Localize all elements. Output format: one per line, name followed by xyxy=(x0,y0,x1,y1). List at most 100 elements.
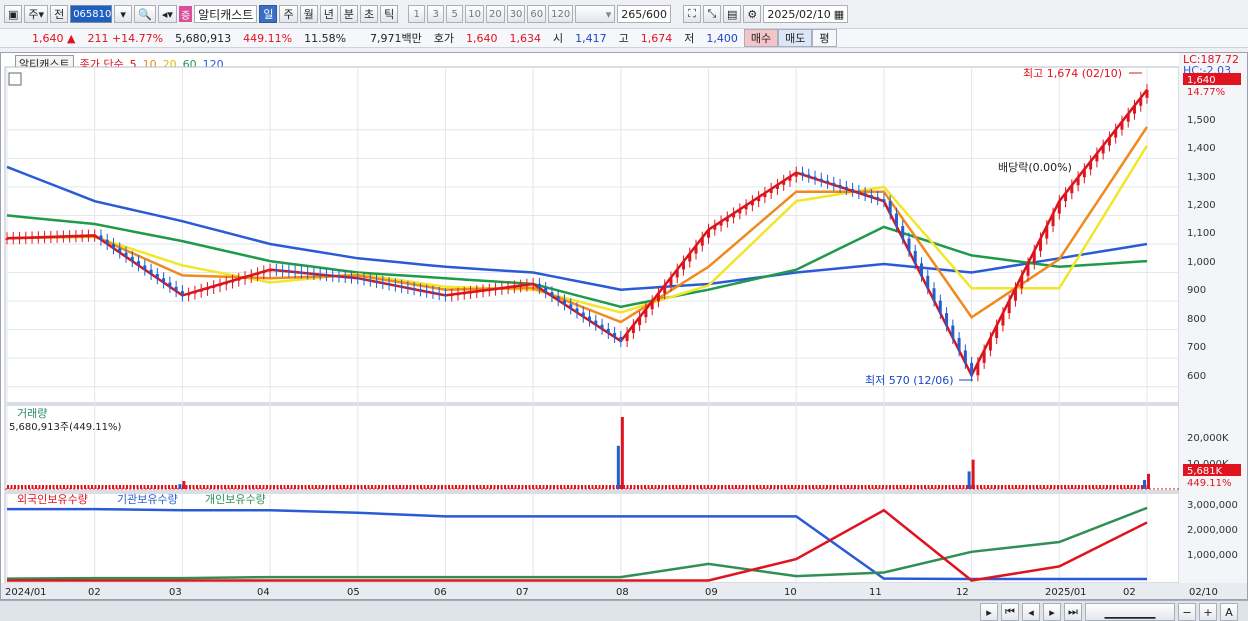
period-year[interactable]: 년 xyxy=(319,5,338,23)
interval-120[interactable]: 120 xyxy=(548,5,574,23)
scroll-slider[interactable]: ▁▁▁▁▁▁ xyxy=(1085,603,1175,621)
speaker-icon[interactable]: ◂▾ xyxy=(157,5,177,23)
volume-bar xyxy=(962,485,965,489)
volume-bar xyxy=(465,485,468,489)
volume-bar xyxy=(392,485,394,489)
x-tick: 02/10 xyxy=(1189,587,1218,598)
date-field[interactable]: 2025/02/10 ▦ xyxy=(763,5,849,23)
volume-bar xyxy=(140,485,142,489)
volume-bar xyxy=(402,485,405,489)
market-select[interactable]: 주 ▾ xyxy=(24,5,49,23)
draw-tools-icon[interactable]: ⤡ xyxy=(702,5,721,23)
volume-bar xyxy=(525,485,527,489)
data-count-field[interactable]: 265/600 xyxy=(617,5,671,23)
prev-button[interactable]: 전 xyxy=(50,5,69,23)
volume-bar xyxy=(101,485,104,489)
volume-bar xyxy=(308,485,310,489)
interval-5[interactable]: 5 xyxy=(446,5,464,23)
period-week[interactable]: 주 xyxy=(279,5,298,23)
interval-60[interactable]: 60 xyxy=(527,5,547,23)
candle-body xyxy=(638,317,642,326)
volume-bar xyxy=(829,485,832,489)
chart-tools-icon[interactable]: ⛶ xyxy=(682,5,701,23)
period-month[interactable]: 월 xyxy=(299,5,318,23)
interval-10[interactable]: 10 xyxy=(465,5,484,23)
next-page-icon[interactable]: ▸ xyxy=(1043,603,1061,621)
volume-bar xyxy=(819,485,821,489)
volume-bar xyxy=(497,485,499,489)
text-size-icon[interactable]: A xyxy=(1220,603,1238,621)
candle-body xyxy=(243,277,247,279)
interval-3[interactable]: 3 xyxy=(427,5,445,23)
candle-body xyxy=(462,292,466,295)
candle-body xyxy=(193,291,197,294)
window-icon[interactable]: ▣ xyxy=(4,5,23,23)
volume-bar xyxy=(1141,485,1143,489)
price-tick: 700 xyxy=(1187,342,1206,353)
volume-bar xyxy=(871,485,874,489)
avg-button[interactable]: 평 xyxy=(812,29,837,47)
volume-bar xyxy=(171,485,174,489)
panel-menu-icon[interactable] xyxy=(8,72,22,86)
buy-button[interactable]: 매수 xyxy=(743,29,779,47)
first-page-icon[interactable]: ⏮ xyxy=(1001,603,1019,621)
volume-bar xyxy=(1071,485,1073,489)
volume-bar xyxy=(1102,485,1105,489)
zoom-out-icon[interactable]: − xyxy=(1178,603,1196,621)
interval-dropdown[interactable]: ▾ xyxy=(575,5,616,23)
volume-bar xyxy=(976,485,979,489)
period-day[interactable]: 일 xyxy=(259,5,278,23)
sell-button[interactable]: 매도 xyxy=(778,29,813,47)
settings-icon[interactable]: ⚙ xyxy=(743,5,762,23)
search-icon[interactable]: 🔍 xyxy=(134,5,156,23)
volume-bar xyxy=(1032,485,1035,489)
volume-bar xyxy=(609,485,611,489)
volume-bar xyxy=(836,485,839,489)
volume-bar xyxy=(1043,485,1045,489)
holdings-panel-frame xyxy=(4,492,1180,584)
code-dropdown-icon[interactable]: ▾ xyxy=(114,5,133,23)
prev-page-icon[interactable]: ◂ xyxy=(1022,603,1040,621)
volume-bar xyxy=(1039,485,1042,489)
candle-body xyxy=(976,362,980,376)
x-tick: 07 xyxy=(516,587,529,598)
scroll-right-icon[interactable]: ▸ xyxy=(980,603,998,621)
volume-bar xyxy=(189,485,191,489)
chart-canvas[interactable]: LC:187.72 HC:-2.03 1,640 14.77% 최고 1,674… xyxy=(1,53,1247,599)
period-second[interactable]: 초 xyxy=(359,5,379,23)
candle-body xyxy=(55,236,59,239)
volume-bar xyxy=(458,485,461,489)
volume-bar xyxy=(56,485,58,489)
candle-body xyxy=(400,285,404,288)
chart-area[interactable]: 알티캐스트 종가 단순 5 10 20 60 120 LC:187.72 HC:… xyxy=(0,52,1248,600)
x-tick: 06 xyxy=(434,587,447,598)
candle-body xyxy=(826,180,830,183)
candle-body xyxy=(669,277,673,286)
volume-bar xyxy=(28,485,30,489)
volume-bar xyxy=(794,485,797,489)
volume-bar xyxy=(1092,485,1094,489)
candle-body xyxy=(1114,129,1118,138)
interval-30[interactable]: 30 xyxy=(506,5,526,23)
volume-bar xyxy=(220,485,223,489)
volume-bar xyxy=(10,485,13,489)
period-tick[interactable]: 틱 xyxy=(380,5,399,23)
stock-code-input[interactable]: 065810 xyxy=(70,5,113,23)
volume-bar xyxy=(952,485,954,489)
volume-title: 거래량 xyxy=(17,407,47,420)
last-page-icon[interactable]: ⏭ xyxy=(1064,603,1082,621)
price-tick: 600 xyxy=(1187,371,1206,382)
y-axis-area xyxy=(1179,53,1247,599)
interval-20[interactable]: 20 xyxy=(485,5,505,23)
interval-1[interactable]: 1 xyxy=(408,5,426,23)
zoom-in-icon[interactable]: + xyxy=(1199,603,1217,621)
volume-bar xyxy=(1081,485,1084,489)
volume-bar xyxy=(122,485,125,489)
save-icon[interactable]: ▤ xyxy=(722,5,742,23)
candle-body xyxy=(212,286,216,289)
volume-bar xyxy=(455,485,457,489)
volume-bar xyxy=(955,485,958,489)
period-minute[interactable]: 분 xyxy=(339,5,358,23)
volume-bar xyxy=(644,485,646,489)
calendar-icon[interactable]: ▦ xyxy=(834,8,844,21)
